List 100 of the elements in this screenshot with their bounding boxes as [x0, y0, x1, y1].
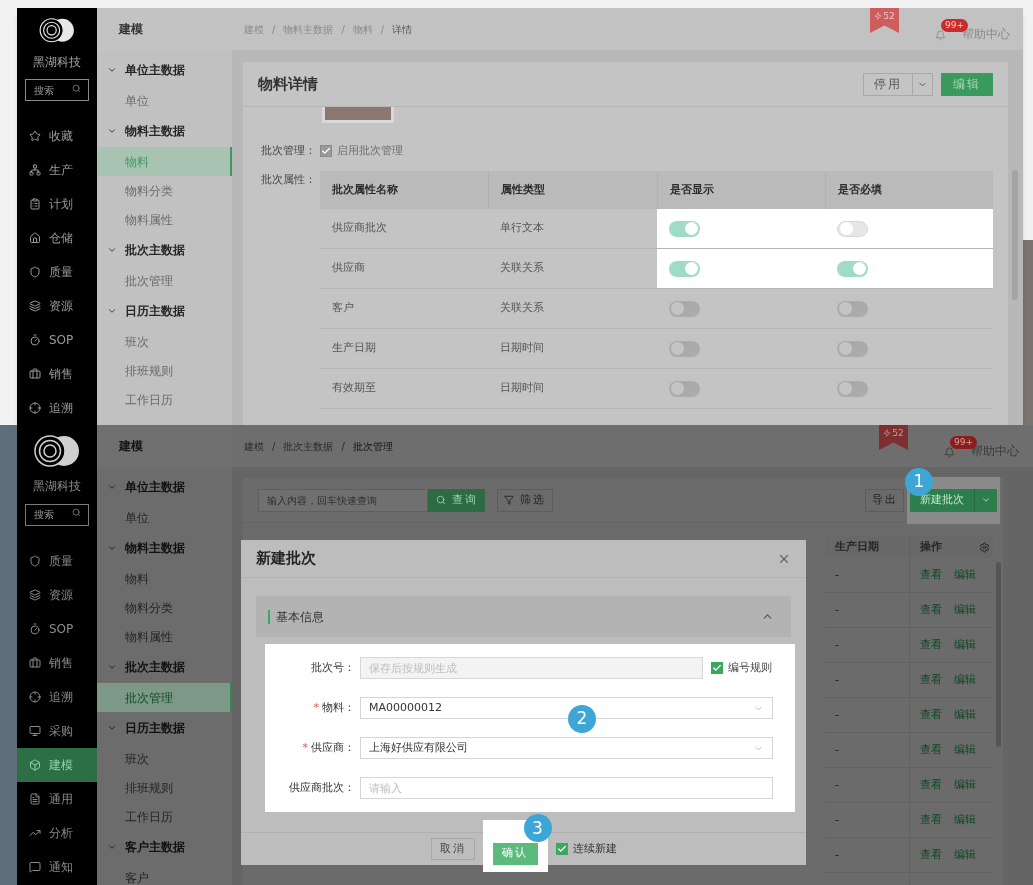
input-field[interactable]: 请输入 — [360, 777, 773, 799]
search-field[interactable]: 搜索 — [25, 79, 89, 101]
nav-group[interactable]: 批次主数据 — [97, 234, 232, 266]
sidebar-item[interactable]: 建模 — [17, 747, 97, 782]
nav-item[interactable]: 客户 — [97, 863, 232, 885]
toggle-switch[interactable] — [836, 300, 868, 317]
sidebar-item[interactable]: 追溯 — [17, 679, 97, 714]
sidebar-item[interactable]: 销售 — [17, 645, 97, 680]
action-link[interactable]: 查看 — [920, 706, 942, 724]
action-link[interactable]: 查看 — [920, 566, 942, 584]
action-link[interactable]: 编辑 — [954, 636, 976, 654]
nav-item[interactable]: 批次管理 — [97, 683, 232, 712]
filter-button[interactable]: 筛选 — [497, 488, 553, 512]
breadcrumb-item[interactable]: 建模 — [244, 438, 264, 454]
action-link[interactable]: 查看 — [920, 811, 942, 829]
search-button[interactable]: 查询 — [428, 488, 485, 512]
export-button[interactable]: 导出 — [865, 488, 904, 512]
create-split-button[interactable]: 新建批次 — [910, 488, 997, 512]
toggle-switch[interactable] — [836, 260, 868, 277]
section-header[interactable]: 基本信息 — [256, 596, 791, 637]
nav-item[interactable]: 物料 — [97, 147, 232, 176]
toggle-switch[interactable] — [668, 260, 700, 277]
nav-item[interactable]: 排班规则 — [97, 356, 232, 385]
sidebar-item[interactable]: 追溯 — [17, 391, 97, 425]
nav-group[interactable]: 物料主数据 — [97, 115, 232, 147]
breadcrumb-separator: / — [341, 22, 345, 37]
action-link[interactable]: 编辑 — [954, 566, 976, 584]
nav-item[interactable]: 单位 — [97, 503, 232, 532]
nav-group[interactable]: 单位主数据 — [97, 471, 232, 503]
bell-icon[interactable] — [944, 447, 955, 458]
nav-group[interactable]: 客户主数据 — [97, 831, 232, 863]
sidebar-label: 通知 — [49, 858, 73, 876]
sidebar-item[interactable]: 资源 — [17, 289, 97, 323]
sidebar-item[interactable]: 销售 — [17, 357, 97, 391]
bell-icon[interactable] — [935, 30, 946, 41]
sidebar-item[interactable]: 通用 — [17, 781, 97, 816]
toggle-switch[interactable] — [836, 340, 868, 357]
action-link[interactable]: 查看 — [920, 776, 942, 794]
sidebar-item[interactable]: 分析 — [17, 815, 97, 850]
sidebar-item[interactable]: SOP — [17, 611, 97, 646]
settings-icon[interactable] — [979, 541, 990, 553]
nav-item[interactable]: 物料属性 — [97, 205, 232, 234]
action-link[interactable]: 查看 — [920, 601, 942, 619]
nav-group[interactable]: 批次主数据 — [97, 651, 232, 683]
toggle-switch[interactable] — [668, 220, 700, 237]
search-field[interactable]: 输入内容，回车快速查询 — [258, 488, 428, 512]
toggle-switch[interactable] — [668, 380, 700, 397]
nav-item[interactable]: 工作日历 — [97, 385, 232, 414]
nav-item[interactable]: 物料分类 — [97, 176, 232, 205]
nav-item[interactable]: 单位 — [97, 86, 232, 115]
sidebar-item[interactable]: 质量 — [17, 255, 97, 289]
sidebar-label: 销售 — [49, 654, 73, 672]
action-link[interactable]: 查看 — [920, 636, 942, 654]
action-link[interactable]: 编辑 — [954, 706, 976, 724]
edit-button[interactable]: 编辑 — [941, 72, 993, 96]
checkbox[interactable] — [320, 145, 332, 157]
nav-group[interactable]: 日历主数据 — [97, 295, 232, 327]
confirm-button[interactable]: 确认 — [492, 842, 538, 865]
nav-item[interactable]: 物料 — [97, 564, 232, 593]
sidebar-item[interactable]: 生产 — [17, 153, 97, 187]
sidebar-item[interactable]: 通知 — [17, 849, 97, 884]
nav-item[interactable]: 班次 — [97, 327, 232, 356]
sidebar-item[interactable]: SOP — [17, 323, 97, 357]
nav-group[interactable]: 单位主数据 — [97, 54, 232, 86]
toggle-switch[interactable] — [836, 220, 868, 237]
nav-item[interactable]: 班次 — [97, 744, 232, 773]
sidebar-item[interactable]: 计划 — [17, 187, 97, 221]
nav-group[interactable]: 日历主数据 — [97, 712, 232, 744]
action-link[interactable]: 编辑 — [954, 776, 976, 794]
cancel-button[interactable]: 取消 — [430, 838, 475, 860]
toggle-switch[interactable] — [668, 340, 700, 357]
action-link[interactable]: 查看 — [920, 671, 942, 689]
action-link[interactable]: 查看 — [920, 741, 942, 759]
action-link[interactable]: 编辑 — [954, 671, 976, 689]
nav-item[interactable]: 排班规则 — [97, 773, 232, 802]
disable-label: 停用 — [864, 73, 913, 95]
nav-group[interactable]: 物料主数据 — [97, 532, 232, 564]
search-field[interactable]: 搜索 — [25, 503, 89, 526]
action-link[interactable]: 编辑 — [954, 846, 976, 864]
sidebar-item[interactable]: 收藏 — [17, 119, 97, 153]
toggle-switch[interactable] — [668, 300, 700, 317]
sidebar-item[interactable]: 采购 — [17, 713, 97, 748]
select-field[interactable]: 上海好供应有限公司 — [360, 737, 773, 759]
action-link[interactable]: 编辑 — [954, 811, 976, 829]
nav-item[interactable]: 物料分类 — [97, 593, 232, 622]
action-link[interactable]: 查看 — [920, 846, 942, 864]
sidebar-item[interactable]: 仓储 — [17, 221, 97, 255]
checkbox[interactable] — [555, 843, 568, 855]
toggle-switch[interactable] — [836, 380, 868, 397]
sidebar-item[interactable]: 质量 — [17, 543, 97, 578]
sidebar-item[interactable]: 资源 — [17, 577, 97, 612]
table-cell-text: - — [835, 776, 839, 793]
field-label: 物料： — [322, 699, 355, 716]
disable-split-button[interactable]: 停用 — [863, 72, 933, 96]
nav-item[interactable]: 工作日历 — [97, 802, 232, 831]
nav-item[interactable]: 物料属性 — [97, 622, 232, 651]
action-link[interactable]: 编辑 — [954, 601, 976, 619]
nav-item[interactable]: 批次管理 — [97, 266, 232, 295]
action-link[interactable]: 编辑 — [954, 741, 976, 759]
photo-placeholder — [322, 107, 394, 123]
